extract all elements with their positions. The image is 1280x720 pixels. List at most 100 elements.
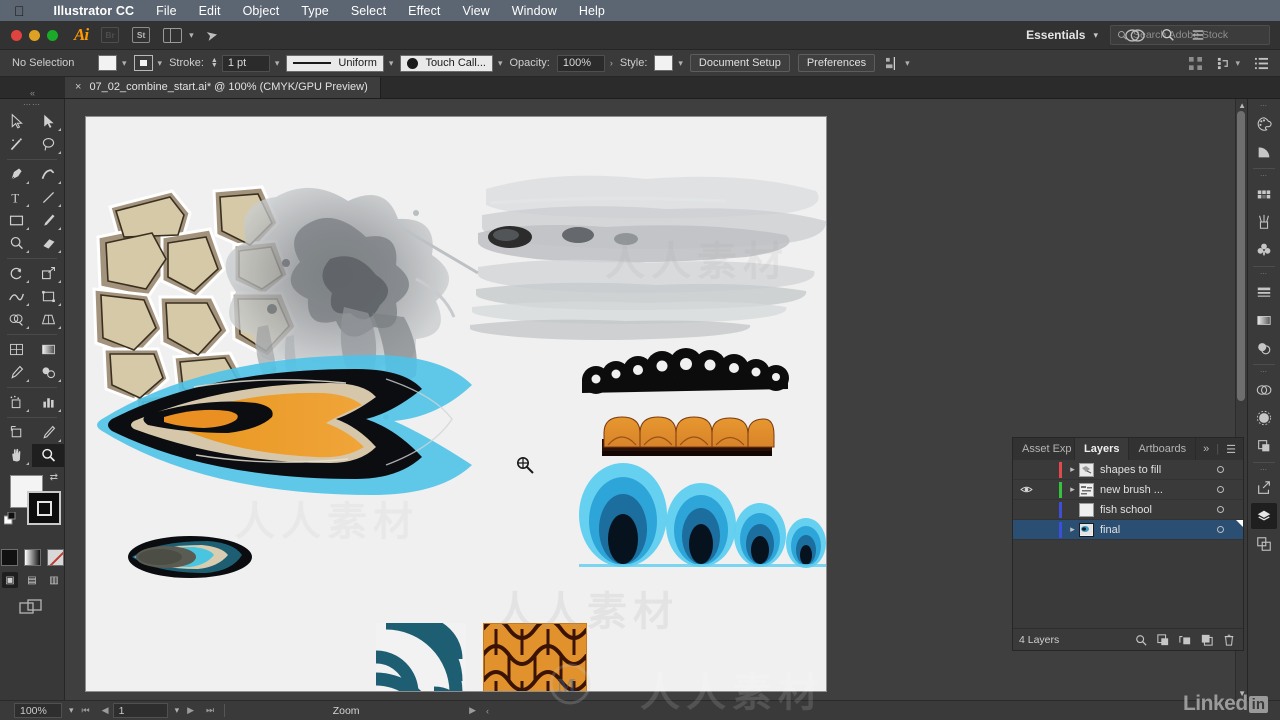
arrange-icon[interactable] <box>1217 57 1230 70</box>
visibility-toggle[interactable] <box>1013 485 1039 494</box>
layer-name[interactable]: final <box>1100 524 1207 536</box>
mesh-tool[interactable] <box>0 338 32 361</box>
screen-mode-icon[interactable] <box>19 598 45 616</box>
chevron-down-icon[interactable]: ▾ <box>1093 30 1098 41</box>
zoom-tool[interactable] <box>32 444 64 467</box>
menu-item-type[interactable]: Type <box>290 4 340 18</box>
menu-item-window[interactable]: Window <box>501 4 568 18</box>
chevron-right-icon[interactable]: › <box>610 58 613 68</box>
artboard-tool[interactable] <box>0 421 32 444</box>
menu-item-object[interactable]: Object <box>232 4 291 18</box>
stroke-color-well[interactable] <box>27 491 61 525</box>
asset-export-icon[interactable] <box>1251 475 1277 501</box>
menu-item-edit[interactable]: Edit <box>188 4 232 18</box>
shaper-tool[interactable] <box>0 232 32 255</box>
target-indicator[interactable] <box>1207 466 1233 473</box>
create-sublayer-icon[interactable] <box>1179 634 1191 646</box>
color-panel-icon[interactable] <box>1251 111 1277 137</box>
layer-row[interactable]: fish school <box>1013 500 1243 520</box>
rotate-tool[interactable] <box>0 262 32 285</box>
libraries-panel-icon[interactable] <box>1251 377 1277 403</box>
scroll-up-icon[interactable]: ▲ <box>1238 101 1246 110</box>
expand-layer-icon[interactable]: ▸ <box>1066 464 1079 475</box>
bridge-button[interactable]: Br <box>101 27 120 43</box>
dock-gripper[interactable]: ⋯ <box>1260 367 1268 376</box>
minimize-window-button[interactable] <box>29 29 40 41</box>
workspace-switcher[interactable]: Essentials <box>1026 28 1085 42</box>
expand-layer-icon[interactable]: ▸ <box>1066 524 1079 535</box>
page-nav-prev[interactable]: ◀ <box>98 705 113 716</box>
column-graph-tool[interactable] <box>32 391 64 414</box>
layer-row[interactable]: ▸ final <box>1013 520 1243 540</box>
color-guide-icon[interactable] <box>1251 139 1277 165</box>
target-indicator[interactable] <box>1207 486 1233 493</box>
search-icon[interactable] <box>1161 28 1175 42</box>
creative-cloud-icon[interactable] <box>1125 28 1145 43</box>
panel-menu-icon[interactable]: ☰ <box>1226 443 1236 456</box>
menu-item-select[interactable]: Select <box>340 4 397 18</box>
hamburger-menu-icon[interactable] <box>1191 28 1205 42</box>
layer-row[interactable]: ▸ shapes to fill <box>1013 460 1243 480</box>
current-tool-label[interactable]: Zoom <box>231 705 461 717</box>
chevron-down-icon[interactable]: ▾ <box>189 30 194 41</box>
layers-panel-body[interactable] <box>1013 540 1243 628</box>
locate-object-icon[interactable] <box>1135 634 1147 646</box>
chevron-down-icon[interactable]: ▾ <box>678 58 683 69</box>
options-list-icon[interactable] <box>1255 57 1268 70</box>
swap-fill-stroke-icon[interactable]: ⇄ <box>50 472 58 483</box>
brush-definition-selector[interactable]: Touch Call... <box>400 54 493 72</box>
pathfinder-panel-icon[interactable] <box>1251 433 1277 459</box>
layer-row[interactable]: ▸ new brush ... <box>1013 480 1243 500</box>
chevron-down-icon[interactable]: ▾ <box>122 58 127 69</box>
magic-wand-tool[interactable] <box>0 133 32 156</box>
symbol-sprayer-tool[interactable] <box>0 391 32 414</box>
close-icon[interactable]: × <box>75 81 81 93</box>
blend-tool[interactable] <box>32 361 64 384</box>
transparency-panel-icon[interactable] <box>1251 335 1277 361</box>
chevron-down-icon[interactable]: ▾ <box>275 58 280 69</box>
graphic-style-swatch[interactable] <box>654 55 674 71</box>
chevron-down-icon[interactable]: ▾ <box>158 58 163 69</box>
tab-layers[interactable]: Layers <box>1075 438 1130 460</box>
create-new-layer-icon[interactable] <box>1201 634 1213 646</box>
menu-item-effect[interactable]: Effect <box>397 4 451 18</box>
draw-behind-button[interactable]: ▤ <box>24 572 40 588</box>
tab-artboards[interactable]: Artboards <box>1129 438 1197 460</box>
stroke-color-swatch[interactable] <box>133 55 153 71</box>
opacity-field[interactable]: 100% <box>556 54 605 72</box>
preferences-button[interactable]: Preferences <box>797 54 876 72</box>
tab-asset-export[interactable]: Asset Exp <box>1013 438 1075 460</box>
layer-name[interactable]: shapes to fill <box>1100 464 1207 476</box>
document-setup-button[interactable]: Document Setup <box>689 54 790 72</box>
page-nav-first[interactable]: ⏮ <box>74 705 98 716</box>
brushes-panel-icon[interactable] <box>1251 209 1277 235</box>
layer-name[interactable]: fish school <box>1100 504 1207 516</box>
draw-normal-button[interactable]: ▣ <box>2 572 18 588</box>
menu-item-view[interactable]: View <box>452 4 501 18</box>
expand-layer-icon[interactable]: ▸ <box>1066 484 1079 495</box>
slice-tool[interactable] <box>32 421 64 444</box>
transform-icon[interactable] <box>1189 56 1203 70</box>
share-plane-icon[interactable]: ➤ <box>204 25 219 44</box>
scrollbar-thumb[interactable] <box>1237 111 1245 401</box>
selection-tool[interactable] <box>0 110 32 133</box>
gradient-panel-icon[interactable] <box>1251 307 1277 333</box>
target-indicator[interactable] <box>1207 526 1233 533</box>
width-tool[interactable] <box>0 285 32 308</box>
eraser-tool[interactable] <box>32 232 64 255</box>
page-number-field[interactable]: 1 <box>112 703 168 718</box>
dock-gripper[interactable]: ⋯ <box>1260 171 1268 180</box>
eyedropper-tool[interactable] <box>0 361 32 384</box>
layers-panel-icon[interactable] <box>1251 503 1277 529</box>
direct-selection-tool[interactable] <box>32 110 64 133</box>
page-nav-last[interactable]: ⏭ <box>202 705 218 716</box>
none-mode-button[interactable] <box>46 549 64 566</box>
toolbar-collapse-handle[interactable]: « <box>0 88 65 98</box>
tools-panel-gripper[interactable]: ⋯⋯ <box>0 99 64 110</box>
color-mode-button[interactable] <box>0 549 18 566</box>
delete-layer-icon[interactable] <box>1223 634 1235 646</box>
default-fill-stroke-icon[interactable] <box>4 512 18 526</box>
dock-gripper[interactable]: ⋯ <box>1260 465 1268 474</box>
symbols-panel-icon[interactable] <box>1251 237 1277 263</box>
menu-item-help[interactable]: Help <box>568 4 616 18</box>
